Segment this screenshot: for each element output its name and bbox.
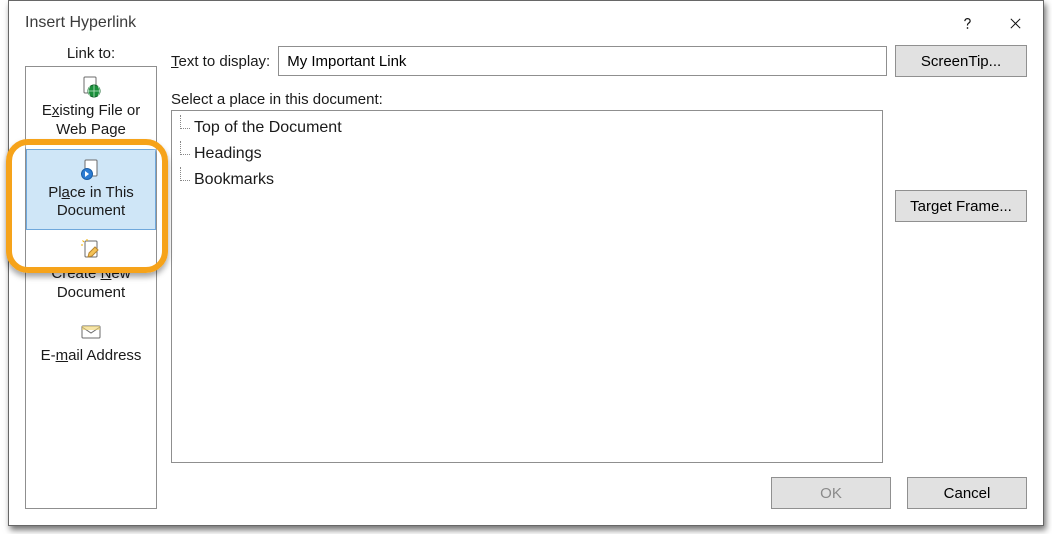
insert-hyperlink-dialog: Insert Hyperlink Link to: Existing File …: [8, 0, 1044, 526]
linkbar: Existing File or Web Page Place in This …: [25, 66, 157, 509]
ok-button[interactable]: OK: [771, 477, 891, 509]
document-bookmark-icon: [78, 156, 104, 182]
new-document-icon: [78, 237, 104, 263]
linkbar-item-place-in-document[interactable]: Place in This Document: [26, 149, 156, 231]
linkbar-item-create-new-document[interactable]: Create New Document: [26, 230, 156, 312]
tree-node[interactable]: Headings: [178, 141, 876, 167]
close-button[interactable]: [991, 2, 1039, 44]
help-icon: [960, 16, 975, 31]
tree-node[interactable]: Top of the Document: [178, 115, 876, 141]
document-places-tree[interactable]: Top of the Document Headings Bookmarks: [171, 110, 883, 463]
close-icon: [1008, 16, 1023, 31]
linkbar-item-email-address[interactable]: E-mail Address: [26, 312, 156, 375]
select-place-label: Select a place in this document:: [171, 91, 1027, 108]
link-to-label: Link to:: [67, 45, 115, 62]
tree-node[interactable]: Bookmarks: [178, 167, 876, 193]
screentip-button[interactable]: ScreenTip...: [895, 45, 1027, 77]
globe-page-icon: [78, 74, 104, 100]
help-button[interactable]: [943, 2, 991, 44]
text-to-display-label: Text to display:: [171, 53, 270, 70]
target-frame-button[interactable]: Target Frame...: [895, 190, 1027, 222]
cancel-button[interactable]: Cancel: [907, 477, 1027, 509]
envelope-icon: [78, 319, 104, 345]
dialog-title: Insert Hyperlink: [25, 14, 943, 32]
text-to-display-input[interactable]: [278, 46, 887, 76]
titlebar: Insert Hyperlink: [9, 1, 1043, 45]
linkbar-item-existing-file[interactable]: Existing File or Web Page: [26, 67, 156, 149]
